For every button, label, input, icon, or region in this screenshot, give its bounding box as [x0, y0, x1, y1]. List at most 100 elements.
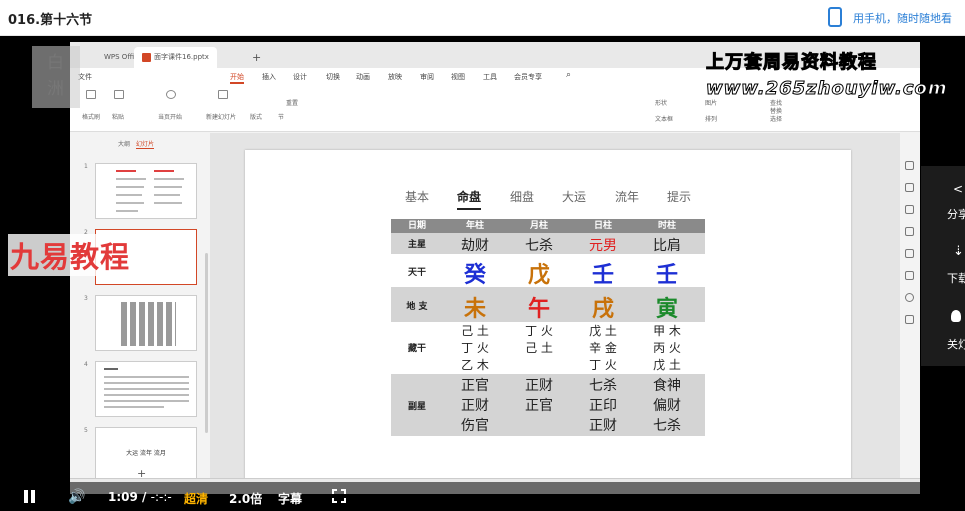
phone-watch-link[interactable]: 用手机，随时随地看 [853, 10, 952, 26]
paste-icon[interactable] [114, 90, 124, 99]
tab-basic: 基本 [405, 190, 430, 204]
tab-dayun: 大运 [562, 190, 587, 204]
header-day: 日柱 [593, 221, 612, 231]
header-hour: 时柱 [657, 221, 676, 231]
slide-2[interactable]: 基本 命盘 细盘 大运 流年 提示 日期 年柱 月柱 日柱 时柱 主星 劫财 七… [245, 150, 851, 480]
picture-label[interactable]: 图片 [705, 98, 717, 107]
play-slide-icon[interactable] [166, 90, 176, 99]
layout-label[interactable]: 版式 [250, 112, 262, 121]
zhuxing-year: 劫财 [461, 238, 489, 254]
time-display: 1:09 / -:-:- [108, 490, 172, 504]
select-label[interactable]: 选择 [770, 114, 782, 123]
fuxing-day: 七杀 正印 正财 [589, 378, 617, 434]
label-tiangan: 天干 [407, 268, 426, 278]
watermark-url: www.265zhouyiw.com [706, 78, 948, 100]
bazi-table: 日期 年柱 月柱 日柱 时柱 主星 劫财 七杀 元男 比肩 天干 癸 戊 壬 壬… [391, 219, 705, 436]
start-current-label[interactable]: 当页开始 [158, 112, 182, 121]
fuxing-year: 正官 正财 伤官 [461, 378, 489, 434]
slide-thumbnail-1[interactable] [95, 163, 197, 219]
menu-view[interactable]: 视图 [451, 72, 465, 82]
dizhi-month: 午 [527, 297, 550, 322]
quality-button[interactable]: 超清 [184, 490, 208, 507]
menu-animation[interactable]: 动画 [356, 72, 370, 82]
course-title: 016.第十六节 [8, 13, 93, 28]
slide-thumbnail-3[interactable] [95, 295, 197, 351]
menu-tools[interactable]: 工具 [483, 72, 497, 82]
help-icon[interactable] [905, 293, 914, 302]
paste-label[interactable]: 粘贴 [112, 112, 124, 121]
star-icon[interactable] [905, 183, 914, 192]
ppt-icon [142, 52, 151, 62]
gift-icon[interactable] [905, 271, 914, 280]
menu-review[interactable]: 审阅 [420, 72, 434, 82]
menu-slideshow[interactable]: 放映 [388, 72, 402, 82]
reset-label[interactable]: 重置 [286, 98, 298, 107]
pause-icon[interactable] [24, 490, 36, 503]
format-painter-icon[interactable] [86, 90, 96, 99]
copy-icon[interactable] [905, 205, 914, 214]
right-tool-rail [900, 133, 920, 478]
arrange-label[interactable]: 排列 [705, 114, 717, 123]
watermark-resources: 上万套周易资料教程 [706, 52, 877, 74]
menu-insert[interactable]: 插入 [262, 72, 276, 82]
download-button[interactable]: 下载 [947, 270, 965, 286]
download-icon[interactable]: ⇣ [953, 244, 964, 259]
textbox-label[interactable]: 文本框 [655, 114, 673, 123]
dizhi-hour: 寅 [655, 297, 678, 322]
speed-button[interactable]: 2.0倍 [229, 490, 262, 507]
subtitle-button[interactable]: 字幕 [278, 490, 302, 507]
current-time: 1:09 [108, 490, 138, 504]
thumb-number-5: 5 [84, 427, 88, 434]
zhuxing-hour: 比肩 [653, 238, 681, 254]
new-slide-icon[interactable] [218, 90, 228, 99]
menu-design[interactable]: 设计 [293, 72, 307, 82]
tab-xipan: 细盘 [510, 190, 535, 204]
tiangan-year: 癸 [463, 263, 486, 288]
shape-label[interactable]: 形状 [655, 98, 667, 107]
slide-canvas: 基本 命盘 细盘 大运 流年 提示 日期 年柱 月柱 日柱 时柱 主星 劫财 七… [210, 133, 900, 480]
thumb-scrollbar[interactable] [205, 253, 208, 433]
phone-icon[interactable] [828, 7, 842, 27]
tools-icon[interactable] [905, 249, 914, 258]
share-button[interactable]: 分享 [947, 206, 965, 222]
canggan-year: 己 土丁 火乙 木 [461, 324, 489, 372]
header-month: 月柱 [529, 221, 548, 231]
format-painter-label[interactable]: 格式刷 [82, 112, 100, 121]
tab-pptx-file[interactable]: 面字课件16.pptx [134, 47, 217, 68]
menu-member[interactable]: 会员专享 [514, 72, 542, 82]
fuxing-hour: 食神 偏财 七杀 [653, 378, 681, 434]
new-tab-button[interactable]: + [252, 47, 261, 68]
slide-thumbnail-4[interactable] [95, 361, 197, 417]
light-icon[interactable] [951, 310, 961, 322]
slides-tab[interactable]: 幻灯片 [136, 141, 155, 149]
volume-icon[interactable]: 🔊 [68, 489, 85, 505]
zhuxing-day: 元男 [589, 238, 617, 254]
slide-thumbnail-panel: 大纲 幻灯片 1 2 3 4 5 大运 流年 流月 + [70, 133, 210, 483]
label-fuxing: 副星 [407, 402, 426, 412]
menu-file[interactable]: 文件 [78, 72, 92, 82]
tab-tishi: 提示 [667, 190, 692, 204]
watermark-jiuyi: 九易教程 [8, 234, 133, 276]
share-icon[interactable]: < [953, 182, 963, 196]
player-side-panel: < 分享 ⇣ 下载 关灯 [921, 166, 965, 366]
lights-off-button[interactable]: 关灯 [947, 336, 965, 352]
section-label[interactable]: 节 [278, 112, 284, 121]
watermark-left-top: 白 洲 [32, 46, 80, 108]
menu-transition[interactable]: 切换 [326, 72, 340, 82]
menu-home[interactable]: 开始 [230, 72, 244, 84]
fullscreen-icon[interactable] [332, 489, 346, 503]
header-year: 年柱 [465, 221, 484, 231]
tiangan-month: 戊 [527, 263, 550, 288]
tiangan-day: 壬 [591, 263, 614, 288]
pin-icon[interactable] [905, 315, 914, 324]
animation-icon[interactable] [905, 161, 914, 170]
video-player[interactable]: WPS Office 面字课件16.pptx + 文件 开始 插入 设计 切换 … [0, 36, 965, 511]
canggan-hour: 甲 木丙 火戊 土 [653, 324, 681, 372]
search-icon[interactable]: ⌕ [566, 70, 571, 80]
thumb-number-3: 3 [84, 295, 88, 302]
outline-tab[interactable]: 大纲 [118, 141, 130, 148]
table-icon[interactable] [905, 227, 914, 236]
new-slide-label[interactable]: 新建幻灯片 [206, 112, 236, 121]
thumb5-text: 大运 流年 流月 [126, 450, 166, 457]
player-controls: 🔊 1:09 / -:-:- 超清 2.0倍 字幕 [0, 482, 965, 511]
